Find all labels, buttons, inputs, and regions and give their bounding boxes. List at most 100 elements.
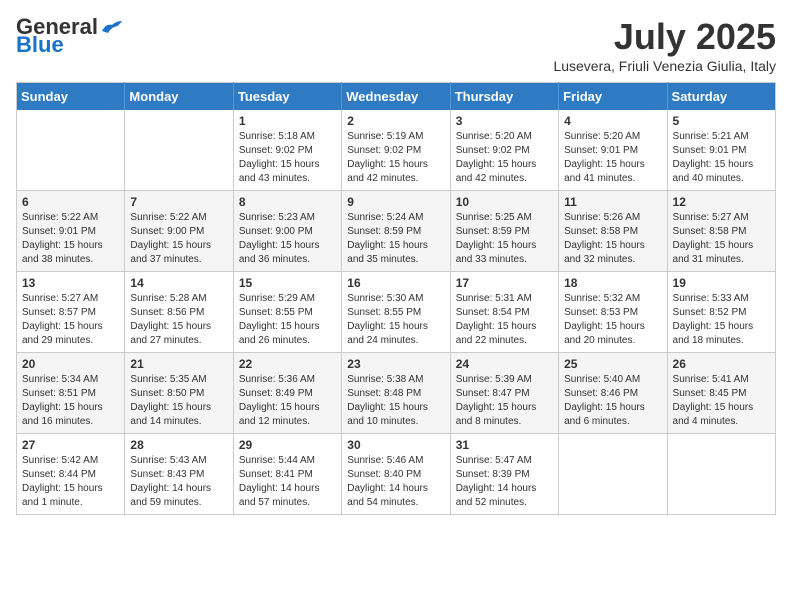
day-content: Sunrise: 5:36 AM Sunset: 8:49 PM Dayligh… (239, 373, 336, 429)
day-number: 31 (456, 438, 553, 452)
day-number: 23 (347, 357, 444, 371)
day-content: Sunrise: 5:47 AM Sunset: 8:39 PM Dayligh… (456, 454, 553, 510)
day-content: Sunrise: 5:18 AM Sunset: 9:02 PM Dayligh… (239, 130, 336, 186)
calendar-cell: 2 Sunrise: 5:19 AM Sunset: 9:02 PM Daylig… (342, 110, 450, 191)
day-content: Sunrise: 5:31 AM Sunset: 8:54 PM Dayligh… (456, 292, 553, 348)
day-number: 25 (564, 357, 661, 371)
calendar-header-row: SundayMondayTuesdayWednesdayThursdayFrid… (17, 83, 776, 111)
header-sunday: Sunday (17, 83, 125, 111)
day-number: 28 (130, 438, 227, 452)
day-number: 2 (347, 114, 444, 128)
calendar-cell (17, 110, 125, 191)
day-content: Sunrise: 5:23 AM Sunset: 9:00 PM Dayligh… (239, 211, 336, 267)
calendar-cell: 14 Sunrise: 5:28 AM Sunset: 8:56 PM Dayli… (125, 272, 233, 353)
calendar-cell: 9 Sunrise: 5:24 AM Sunset: 8:59 PM Daylig… (342, 191, 450, 272)
calendar-cell: 26 Sunrise: 5:41 AM Sunset: 8:45 PM Dayli… (667, 353, 775, 434)
day-number: 10 (456, 195, 553, 209)
month-title: July 2025 (553, 16, 776, 58)
day-content: Sunrise: 5:35 AM Sunset: 8:50 PM Dayligh… (130, 373, 227, 429)
calendar-cell: 22 Sunrise: 5:36 AM Sunset: 8:49 PM Dayli… (233, 353, 341, 434)
calendar-cell: 13Sunrise: 5:27 AM Sunset: 8:57 PM Dayli… (17, 272, 125, 353)
day-number: 3 (456, 114, 553, 128)
calendar-week-row: 13Sunrise: 5:27 AM Sunset: 8:57 PM Dayli… (17, 272, 776, 353)
calendar-cell: 11 Sunrise: 5:26 AM Sunset: 8:58 PM Dayli… (559, 191, 667, 272)
day-content: Sunrise: 5:21 AM Sunset: 9:01 PM Dayligh… (673, 130, 770, 186)
day-content: Sunrise: 5:38 AM Sunset: 8:48 PM Dayligh… (347, 373, 444, 429)
header-saturday: Saturday (667, 83, 775, 111)
day-content: Sunrise: 5:29 AM Sunset: 8:55 PM Dayligh… (239, 292, 336, 348)
day-content: Sunrise: 5:20 AM Sunset: 9:02 PM Dayligh… (456, 130, 553, 186)
calendar-cell: 27 Sunrise: 5:42 AM Sunset: 8:44 PM Dayli… (17, 434, 125, 515)
logo: General Blue (16, 16, 122, 56)
calendar-cell: 15 Sunrise: 5:29 AM Sunset: 8:55 PM Dayli… (233, 272, 341, 353)
day-content: Sunrise: 5:41 AM Sunset: 8:45 PM Dayligh… (673, 373, 770, 429)
calendar-week-row: 20Sunrise: 5:34 AM Sunset: 8:51 PM Dayli… (17, 353, 776, 434)
calendar-cell: 10 Sunrise: 5:25 AM Sunset: 8:59 PM Dayli… (450, 191, 558, 272)
header-monday: Monday (125, 83, 233, 111)
day-number: 9 (347, 195, 444, 209)
title-block: July 2025 Lusevera, Friuli Venezia Giuli… (553, 16, 776, 74)
day-number: 5 (673, 114, 770, 128)
day-content: Sunrise: 5:25 AM Sunset: 8:59 PM Dayligh… (456, 211, 553, 267)
day-content: Sunrise: 5:42 AM Sunset: 8:44 PM Dayligh… (22, 454, 119, 510)
calendar-cell: 17Sunrise: 5:31 AM Sunset: 8:54 PM Dayli… (450, 272, 558, 353)
header-thursday: Thursday (450, 83, 558, 111)
day-number: 27 (22, 438, 119, 452)
day-content: Sunrise: 5:34 AM Sunset: 8:51 PM Dayligh… (22, 373, 119, 429)
calendar-cell: 30Sunrise: 5:46 AM Sunset: 8:40 PM Dayli… (342, 434, 450, 515)
day-content: Sunrise: 5:44 AM Sunset: 8:41 PM Dayligh… (239, 454, 336, 510)
calendar-cell: 20Sunrise: 5:34 AM Sunset: 8:51 PM Dayli… (17, 353, 125, 434)
day-content: Sunrise: 5:27 AM Sunset: 8:58 PM Dayligh… (673, 211, 770, 267)
day-number: 12 (673, 195, 770, 209)
day-content: Sunrise: 5:28 AM Sunset: 8:56 PM Dayligh… (130, 292, 227, 348)
day-content: Sunrise: 5:26 AM Sunset: 8:58 PM Dayligh… (564, 211, 661, 267)
day-number: 15 (239, 276, 336, 290)
header-tuesday: Tuesday (233, 83, 341, 111)
calendar-cell: 1Sunrise: 5:18 AM Sunset: 9:02 PM Daylig… (233, 110, 341, 191)
day-number: 6 (22, 195, 119, 209)
day-number: 7 (130, 195, 227, 209)
day-number: 22 (239, 357, 336, 371)
calendar-cell: 24Sunrise: 5:39 AM Sunset: 8:47 PM Dayli… (450, 353, 558, 434)
logo-bird-icon (100, 19, 122, 35)
day-number: 4 (564, 114, 661, 128)
day-content: Sunrise: 5:22 AM Sunset: 9:01 PM Dayligh… (22, 211, 119, 267)
day-number: 21 (130, 357, 227, 371)
day-content: Sunrise: 5:46 AM Sunset: 8:40 PM Dayligh… (347, 454, 444, 510)
day-content: Sunrise: 5:32 AM Sunset: 8:53 PM Dayligh… (564, 292, 661, 348)
day-content: Sunrise: 5:27 AM Sunset: 8:57 PM Dayligh… (22, 292, 119, 348)
calendar-cell (667, 434, 775, 515)
header-friday: Friday (559, 83, 667, 111)
calendar-cell: 5 Sunrise: 5:21 AM Sunset: 9:01 PM Daylig… (667, 110, 775, 191)
day-number: 14 (130, 276, 227, 290)
calendar-week-row: 27 Sunrise: 5:42 AM Sunset: 8:44 PM Dayli… (17, 434, 776, 515)
calendar-cell: 28Sunrise: 5:43 AM Sunset: 8:43 PM Dayli… (125, 434, 233, 515)
day-content: Sunrise: 5:20 AM Sunset: 9:01 PM Dayligh… (564, 130, 661, 186)
calendar-cell: 21 Sunrise: 5:35 AM Sunset: 8:50 PM Dayli… (125, 353, 233, 434)
day-content: Sunrise: 5:22 AM Sunset: 9:00 PM Dayligh… (130, 211, 227, 267)
calendar-cell: 8 Sunrise: 5:23 AM Sunset: 9:00 PM Daylig… (233, 191, 341, 272)
logo-blue: Blue (16, 34, 64, 56)
day-number: 19 (673, 276, 770, 290)
calendar-cell: 6 Sunrise: 5:22 AM Sunset: 9:01 PM Daylig… (17, 191, 125, 272)
calendar-table: SundayMondayTuesdayWednesdayThursdayFrid… (16, 82, 776, 515)
day-number: 26 (673, 357, 770, 371)
calendar-cell: 4 Sunrise: 5:20 AM Sunset: 9:01 PM Daylig… (559, 110, 667, 191)
calendar-cell: 29Sunrise: 5:44 AM Sunset: 8:41 PM Dayli… (233, 434, 341, 515)
day-number: 11 (564, 195, 661, 209)
day-number: 24 (456, 357, 553, 371)
day-number: 18 (564, 276, 661, 290)
day-content: Sunrise: 5:30 AM Sunset: 8:55 PM Dayligh… (347, 292, 444, 348)
day-content: Sunrise: 5:24 AM Sunset: 8:59 PM Dayligh… (347, 211, 444, 267)
day-number: 8 (239, 195, 336, 209)
day-content: Sunrise: 5:33 AM Sunset: 8:52 PM Dayligh… (673, 292, 770, 348)
calendar-cell: 12 Sunrise: 5:27 AM Sunset: 8:58 PM Dayli… (667, 191, 775, 272)
day-content: Sunrise: 5:19 AM Sunset: 9:02 PM Dayligh… (347, 130, 444, 186)
calendar-cell: 16 Sunrise: 5:30 AM Sunset: 8:55 PM Dayli… (342, 272, 450, 353)
day-number: 16 (347, 276, 444, 290)
calendar-cell (125, 110, 233, 191)
calendar-cell (559, 434, 667, 515)
calendar-week-row: 6 Sunrise: 5:22 AM Sunset: 9:01 PM Daylig… (17, 191, 776, 272)
calendar-cell: 19 Sunrise: 5:33 AM Sunset: 8:52 PM Dayli… (667, 272, 775, 353)
calendar-cell: 3 Sunrise: 5:20 AM Sunset: 9:02 PM Daylig… (450, 110, 558, 191)
